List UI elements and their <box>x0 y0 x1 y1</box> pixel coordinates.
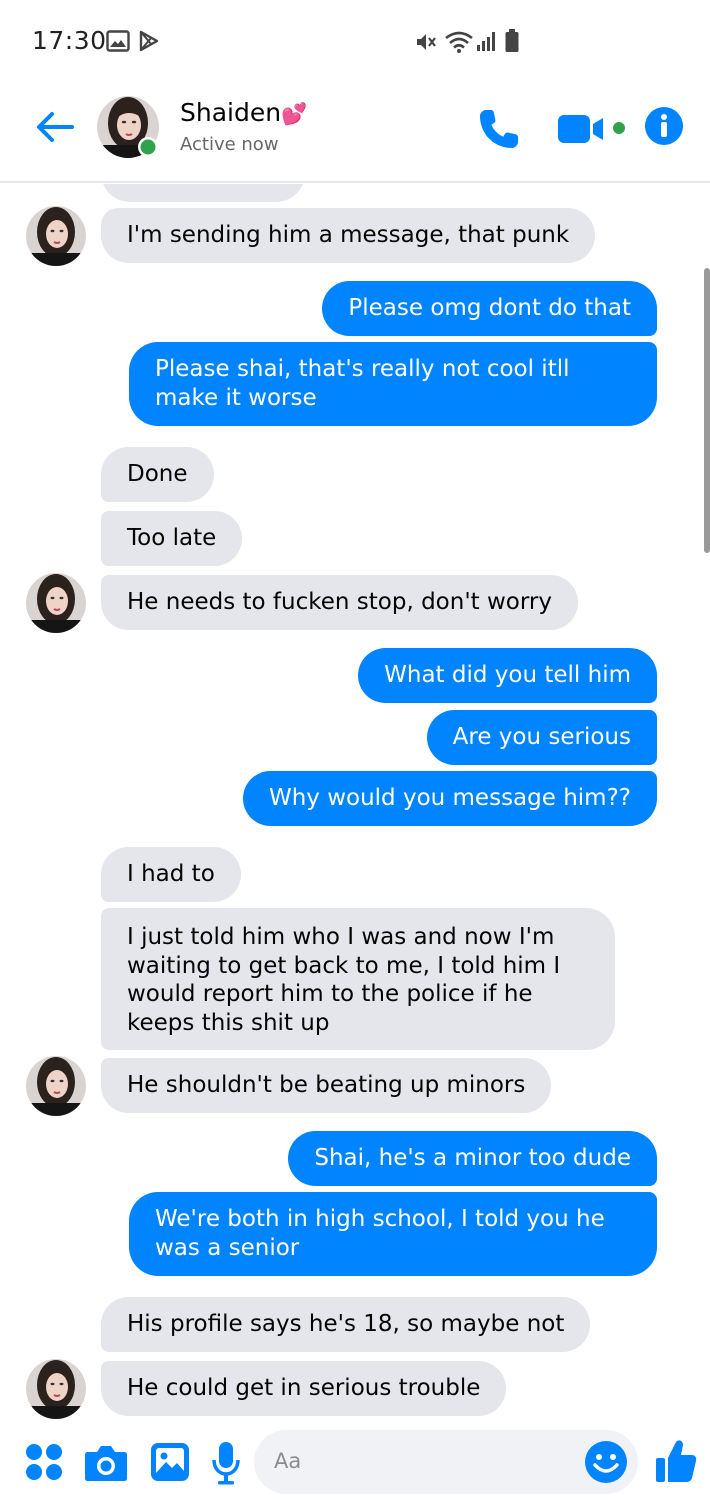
wifi-icon <box>445 31 473 53</box>
emoji-icon[interactable] <box>584 1440 628 1484</box>
phone-call-icon[interactable] <box>476 106 522 152</box>
message-thread[interactable]: I'm sending him a message, that punk Ple… <box>0 184 710 1424</box>
camera-icon[interactable] <box>84 1442 128 1482</box>
sender-avatar[interactable] <box>26 1359 86 1419</box>
more-actions-icon[interactable] <box>24 1442 64 1482</box>
active-status: Active now <box>180 134 279 155</box>
message-bubble-incoming[interactable]: His profile says he's 18, so maybe not <box>101 1297 591 1352</box>
sender-avatar[interactable] <box>26 1056 86 1116</box>
thumbs-up-icon[interactable] <box>654 1438 698 1484</box>
message-input[interactable]: Aa <box>254 1430 638 1494</box>
battery-icon <box>505 29 519 52</box>
message-bubble-incoming[interactable]: He needs to fucken stop, don't worry <box>101 575 578 630</box>
info-icon[interactable] <box>644 106 684 146</box>
contact-name-text: Shaiden <box>180 98 282 127</box>
message-composer: Aa <box>0 1424 710 1500</box>
message-bubble-incoming[interactable]: He shouldn't be beating up minors <box>101 1058 552 1113</box>
message-bubble-incoming[interactable]: I had to <box>101 847 241 902</box>
message-bubble-outgoing[interactable]: Please shai, that's really not cool itll… <box>129 342 657 426</box>
message-bubble-outgoing[interactable]: Are you serious <box>426 710 657 765</box>
signal-icon <box>477 32 495 51</box>
play-store-notification-icon <box>139 30 159 52</box>
back-arrow-icon[interactable] <box>30 102 80 152</box>
message-bubble-outgoing[interactable]: We're both in high school, I told you he… <box>129 1192 657 1276</box>
gallery-icon[interactable] <box>150 1442 190 1482</box>
sender-avatar[interactable] <box>26 206 86 266</box>
message-bubble-outgoing[interactable]: Please omg dont do that <box>322 281 657 336</box>
scrollbar[interactable] <box>704 268 710 553</box>
sender-avatar[interactable] <box>26 573 86 633</box>
message-bubble-incoming[interactable]: Too late <box>101 511 243 566</box>
contact-name[interactable]: Shaiden💕 <box>180 98 307 127</box>
video-call-icon[interactable] <box>556 112 630 146</box>
message-bubble-incoming[interactable]: He could get in serious trouble <box>101 1361 507 1416</box>
conversation-header: Shaiden💕 Active now <box>0 80 710 183</box>
message-bubble-outgoing[interactable]: Shai, he's a minor too dude <box>288 1131 657 1186</box>
gallery-notification-icon <box>106 30 130 52</box>
message-bubble-outgoing[interactable]: What did you tell him <box>358 648 657 703</box>
message-bubble-incoming[interactable]: I just told him who I was and now I'm wa… <box>101 908 615 1050</box>
message-bubble-incoming[interactable]: I'm sending him a message, that punk <box>101 208 596 263</box>
status-bar: 17:30 <box>0 0 710 80</box>
contact-avatar[interactable] <box>96 95 160 159</box>
message-bubble-incoming[interactable]: Done <box>101 447 214 502</box>
partial-message-bubble <box>101 184 305 202</box>
mute-icon <box>417 34 436 50</box>
microphone-icon[interactable] <box>210 1440 242 1486</box>
message-input-placeholder: Aa <box>274 1449 302 1473</box>
status-time: 17:30 <box>32 26 107 55</box>
message-bubble-outgoing[interactable]: Why would you message him?? <box>242 771 657 826</box>
heart-emoji: 💕 <box>281 102 308 126</box>
